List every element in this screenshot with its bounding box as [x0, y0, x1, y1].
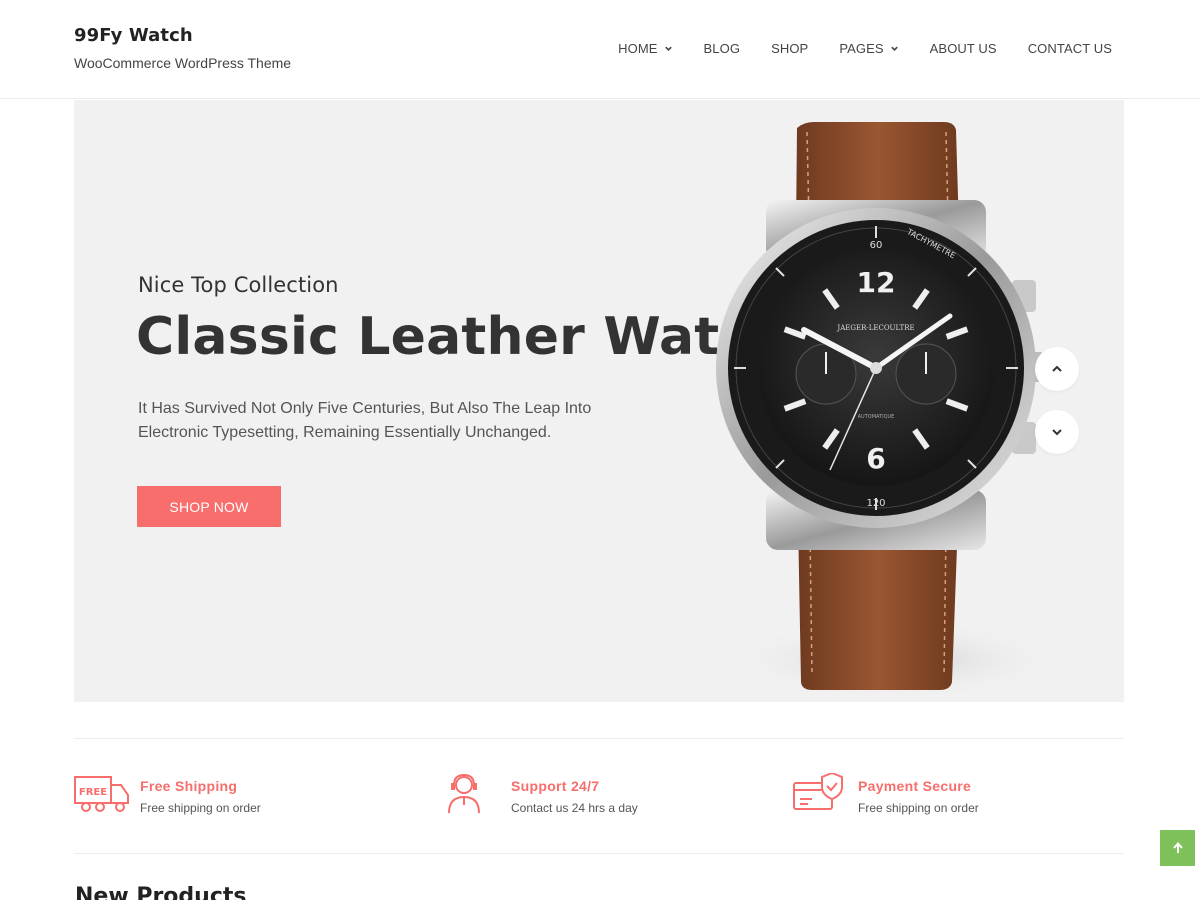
site-tagline: WooCommerce WordPress Theme [74, 55, 292, 71]
site-header: 99Fy Watch WooCommerce WordPress Theme H… [0, 0, 1200, 99]
nav-item-label: PAGES [839, 41, 884, 56]
dial-automatic: AUTOMATIQUE [858, 414, 895, 420]
secure-payment-icon [793, 773, 843, 810]
features-strip: FREE Free Shipping Free shipping on orde… [74, 738, 1124, 854]
chevron-up-icon [1052, 365, 1062, 372]
hero-slider: Nice Top Collection Classic Leather Watc… [74, 100, 1124, 702]
truck-free-icon: FREE [74, 776, 129, 812]
feature-text: Support 24/7 Contact us 24 hrs a day [511, 773, 638, 815]
nav-item-pages[interactable]: PAGES [839, 41, 898, 56]
feature-title: Free Shipping [140, 778, 238, 794]
chevron-down-icon [664, 46, 672, 51]
nav-item-label: SHOP [771, 41, 809, 56]
nav-item-label: CONTACT US [1027, 41, 1112, 56]
slider-next-button[interactable] [1035, 410, 1079, 454]
nav-item-label: BLOG [703, 41, 741, 56]
feature-subtitle: Free shipping on order [858, 801, 979, 815]
new-products-title: New Products [75, 884, 247, 900]
nav-item-about-us[interactable]: ABOUT US [930, 41, 997, 56]
nav-item-contact-us[interactable]: CONTACT US [1028, 41, 1112, 56]
feature-text: Payment Secure Free shipping on order [858, 773, 979, 815]
nav-item-label: ABOUT US [929, 41, 997, 56]
truck-free-text: FREE [79, 787, 107, 798]
bezel-sixty: 60 [870, 240, 883, 251]
nav-item-label: HOME [618, 41, 658, 56]
feature-subtitle: Contact us 24 hrs a day [511, 801, 638, 815]
site-title[interactable]: 99Fy Watch [74, 25, 193, 46]
chevron-down-icon [1052, 429, 1062, 436]
feature-support: Support 24/7 Contact us 24 hrs a day [445, 773, 638, 815]
hero-eyebrow: Nice Top Collection [138, 273, 339, 297]
feature-free-shipping: FREE Free Shipping Free shipping on orde… [74, 773, 261, 815]
feature-payment-secure: Payment Secure Free shipping on order [792, 773, 979, 815]
bezel-one-twenty: 120 [866, 498, 885, 509]
chevron-down-icon [890, 46, 898, 51]
feature-title: Payment Secure [858, 778, 972, 794]
main-nav: HOME BLOG SHOP PAGES ABOUT US CONTACT US [587, 41, 1112, 56]
shop-now-button[interactable]: SHOP NOW [137, 486, 281, 527]
hero-description: It Has Survived Not Only Five Centuries,… [138, 400, 592, 441]
slider-prev-button[interactable] [1035, 347, 1079, 391]
back-to-top-button[interactable] [1160, 830, 1195, 866]
nav-item-shop[interactable]: SHOP [771, 41, 808, 56]
dial-brand: JAEGER-LECOULTRE [836, 324, 914, 332]
dial-twelve: 12 [857, 266, 896, 299]
feature-title: Support 24/7 [511, 778, 600, 794]
nav-item-blog[interactable]: BLOG [704, 41, 741, 56]
feature-text: Free Shipping Free shipping on order [140, 773, 261, 815]
support-agent-icon [448, 773, 480, 814]
nav-item-home[interactable]: HOME [618, 41, 672, 56]
arrow-up-icon [1172, 841, 1183, 853]
leather-watch-image: 12 6 60 120 TACHYMETRE JAEGER-LECOULTRE … [716, 122, 1064, 700]
hero-title: Classic Leather Watch [136, 307, 788, 367]
dial-six: 6 [866, 442, 885, 475]
feature-subtitle: Free shipping on order [140, 801, 261, 815]
